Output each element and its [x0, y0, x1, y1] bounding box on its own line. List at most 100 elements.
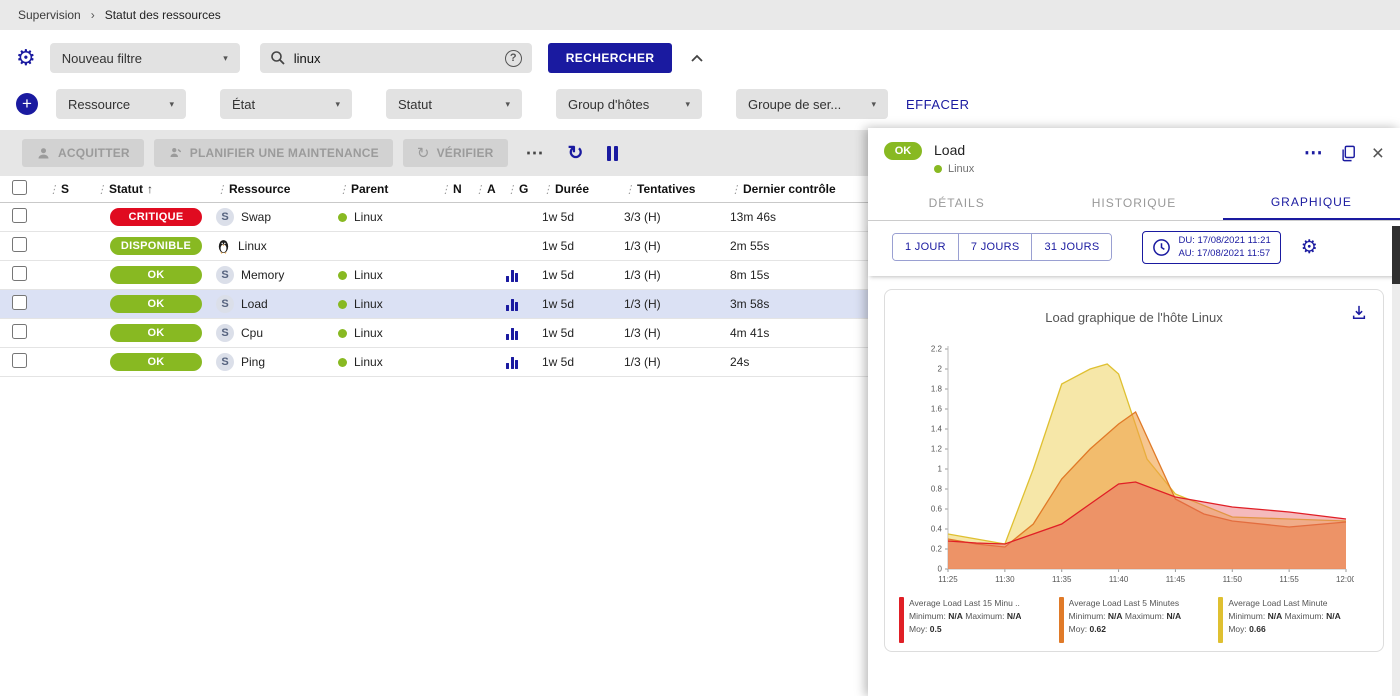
column-handle-icon[interactable]: ⋮ — [96, 183, 107, 196]
duration-cell: 1w 5d — [542, 355, 624, 369]
tab-details[interactable]: DÉTAILS — [868, 185, 1045, 220]
column-handle-icon[interactable]: ⋮ — [216, 183, 227, 196]
select-all-checkbox[interactable] — [12, 180, 27, 195]
header-severity[interactable]: ⋮S — [48, 182, 96, 196]
resource-name: Load — [241, 297, 268, 311]
graph-icon[interactable] — [506, 298, 542, 311]
header-duration[interactable]: ⋮Durée — [542, 182, 624, 196]
header-tries[interactable]: ⋮Tentatives — [624, 182, 730, 196]
breadcrumb-supervision[interactable]: Supervision — [18, 8, 81, 22]
status-badge: DISPONIBLE — [110, 237, 202, 255]
chevron-down-icon: ▾ — [213, 53, 228, 64]
table-row[interactable]: CRITIQUE SSwap Linux 1w 5d 3/3 (H) 13m 4… — [0, 203, 868, 232]
header-resource[interactable]: ⋮Ressource — [216, 182, 338, 196]
graph-icon[interactable] — [506, 269, 542, 282]
legend-color-bar — [1218, 597, 1223, 643]
column-handle-icon[interactable]: ⋮ — [506, 183, 517, 196]
header-last-check[interactable]: ⋮Dernier contrôle — [730, 182, 862, 196]
row-checkbox[interactable] — [12, 295, 27, 310]
legend-item[interactable]: Average Load Last Minute Minimum: N/A Ma… — [1218, 597, 1369, 643]
maintenance-button[interactable]: PLANIFIER UNE MAINTENANCE — [154, 139, 393, 167]
criteria-resource-select[interactable]: Ressource ▾ — [56, 89, 186, 119]
column-handle-icon[interactable]: ⋮ — [440, 183, 451, 196]
column-handle-icon[interactable]: ⋮ — [338, 183, 349, 196]
criteria-status-select[interactable]: Statut ▾ — [386, 89, 522, 119]
column-handle-icon[interactable]: ⋮ — [624, 183, 635, 196]
period-1day-button[interactable]: 1 JOUR — [893, 234, 959, 260]
copy-link-icon[interactable] — [1340, 145, 1356, 162]
parent-name: Linux — [354, 268, 383, 282]
header-action[interactable]: ⋮A — [474, 182, 506, 196]
custom-date-range[interactable]: DU: 17/08/2021 11:21 AU: 17/08/2021 11:5… — [1142, 231, 1280, 264]
criteria-state-select[interactable]: État ▾ — [220, 89, 352, 119]
svg-text:12:00: 12:00 — [1336, 575, 1354, 584]
criteria-servicegroup-select[interactable]: Groupe de ser... ▾ — [736, 89, 888, 119]
search-button[interactable]: RECHERCHER — [548, 43, 673, 73]
search-help-icon[interactable]: ? — [505, 50, 522, 67]
panel-scrollbar[interactable] — [1392, 226, 1400, 696]
column-handle-icon[interactable]: ⋮ — [474, 183, 485, 196]
row-checkbox[interactable] — [12, 324, 27, 339]
period-7days-button[interactable]: 7 JOURS — [959, 234, 1033, 260]
filter-settings-gear-icon[interactable]: ⚙ — [16, 47, 36, 69]
row-checkbox[interactable] — [12, 237, 27, 252]
add-criteria-button[interactable]: + — [16, 93, 38, 115]
tab-graph[interactable]: GRAPHIQUE — [1223, 185, 1400, 220]
period-31days-button[interactable]: 31 JOURS — [1032, 234, 1111, 260]
table-row[interactable]: OK SPing Linux 1w 5d 1/3 (H) 24s — [0, 348, 868, 377]
criteria-hostgroup-select[interactable]: Group d'hôtes ▾ — [556, 89, 702, 119]
legend-series-name: Average Load Last 15 Minu .. — [909, 597, 1021, 610]
table-row[interactable]: DISPONIBLE Linux 1w 5d 1/3 (H) 2m 55s — [0, 232, 868, 261]
clear-filters-button[interactable]: EFFACER — [906, 97, 969, 112]
service-chip: S — [216, 353, 234, 371]
column-handle-icon[interactable]: ⋮ — [730, 183, 741, 196]
download-icon[interactable] — [1351, 304, 1367, 324]
check-button[interactable]: ↻ VÉRIFIER — [403, 139, 508, 167]
search-input[interactable] — [294, 51, 497, 66]
svg-text:0.2: 0.2 — [931, 544, 943, 553]
collapse-filters-chevron-icon[interactable] — [690, 54, 704, 63]
header-notes[interactable]: ⋮N — [440, 182, 474, 196]
column-handle-icon[interactable]: ⋮ — [542, 183, 553, 196]
header-parent[interactable]: ⋮Parent — [338, 182, 440, 196]
time-period-bar: 1 JOUR 7 JOURS 31 JOURS DU: 17/08/2021 1… — [868, 221, 1400, 276]
tab-history[interactable]: HISTORIQUE — [1045, 185, 1222, 220]
graph-settings-gear-icon[interactable]: ⚙ — [1301, 236, 1318, 259]
row-checkbox[interactable] — [12, 266, 27, 281]
pause-icon[interactable] — [599, 146, 626, 161]
filter-preset-value: Nouveau filtre — [62, 51, 142, 66]
svg-text:2: 2 — [938, 364, 943, 373]
panel-subtitle: Linux — [948, 163, 974, 175]
acknowledge-button[interactable]: ACQUITTER — [22, 139, 144, 167]
refresh-icon[interactable]: ↻ — [562, 144, 590, 163]
column-handle-icon[interactable]: ⋮ — [48, 183, 59, 196]
tries-cell: 1/3 (H) — [624, 268, 730, 282]
linux-penguin-icon — [216, 238, 231, 254]
parent-name: Linux — [354, 326, 383, 340]
host-up-dot-icon — [934, 165, 942, 173]
graph-icon[interactable] — [506, 327, 542, 340]
more-actions-button[interactable]: ⋯ — [518, 143, 552, 164]
legend-series-name: Average Load Last 5 Minutes — [1069, 597, 1181, 610]
table-row[interactable]: OK SCpu Linux 1w 5d 1/3 (H) 4m 41s — [0, 319, 868, 348]
table-row-selected[interactable]: OK SLoad Linux 1w 5d 1/3 (H) 3m 58s — [0, 290, 868, 319]
legend-color-bar — [899, 597, 904, 643]
breadcrumb: Supervision › Statut des ressources — [0, 0, 1400, 30]
sort-asc-icon[interactable]: ↑ — [147, 182, 153, 196]
svg-text:1.6: 1.6 — [931, 404, 943, 413]
resource-name: Swap — [241, 210, 271, 224]
header-status[interactable]: ⋮Statut↑ — [96, 182, 216, 196]
search-box: ? — [260, 43, 532, 73]
filter-preset-select[interactable]: Nouveau filtre ▾ — [50, 43, 240, 73]
close-icon[interactable]: × — [1372, 143, 1384, 164]
row-checkbox[interactable] — [12, 208, 27, 223]
date-to-label: AU: — [1178, 248, 1194, 259]
legend-item[interactable]: Average Load Last 15 Minu .. Minimum: N/… — [899, 597, 1050, 643]
panel-more-icon[interactable]: ⋯ — [1304, 142, 1324, 165]
row-checkbox[interactable] — [12, 353, 27, 368]
panel-scrollbar-thumb[interactable] — [1392, 226, 1400, 284]
legend-item[interactable]: Average Load Last 5 Minutes Minimum: N/A… — [1059, 597, 1210, 643]
graph-icon[interactable] — [506, 356, 542, 369]
header-graph[interactable]: ⋮G — [506, 182, 542, 196]
table-row[interactable]: OK SMemory Linux 1w 5d 1/3 (H) 8m 15s — [0, 261, 868, 290]
